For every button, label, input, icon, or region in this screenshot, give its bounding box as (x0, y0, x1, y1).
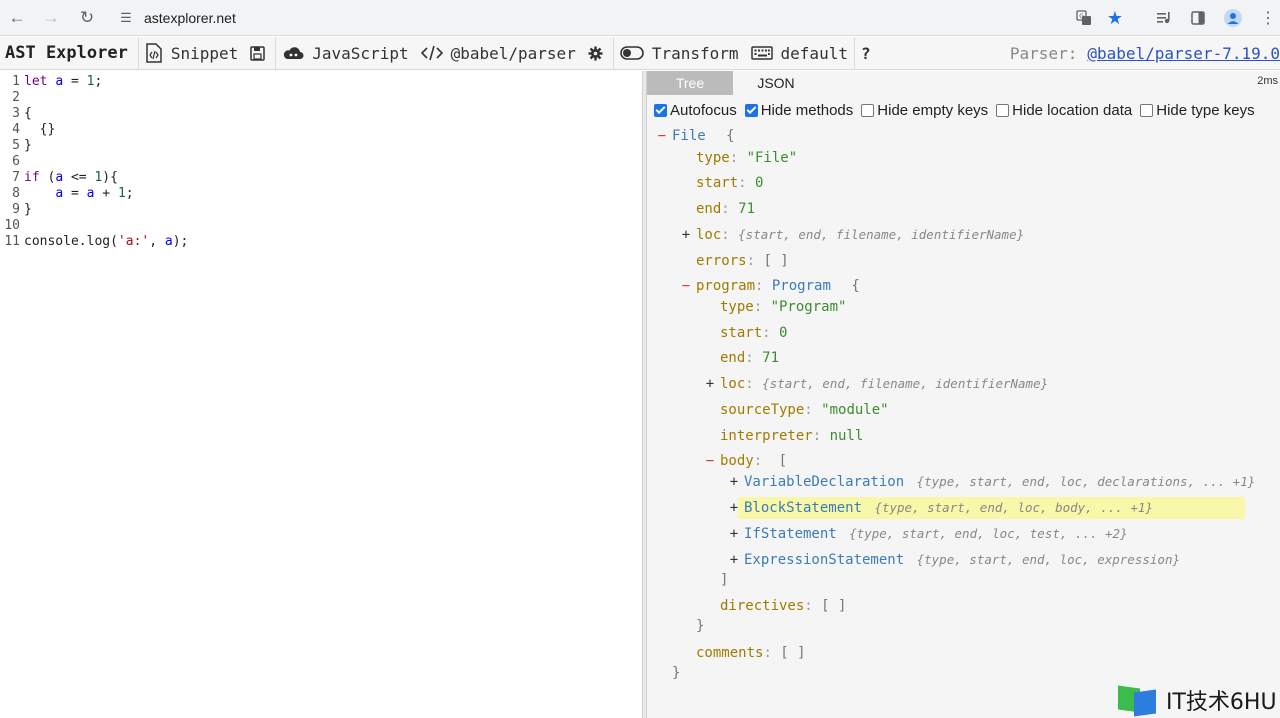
more-menu-icon[interactable]: ⋮ (1254, 4, 1280, 32)
svg-text:G: G (1079, 13, 1084, 20)
cloud-icon (282, 45, 304, 61)
line-number: 1 (12, 74, 20, 89)
parser-select[interactable]: @babel/parser (415, 37, 582, 69)
side-panel-icon[interactable] (1184, 4, 1212, 32)
hide-methods-checkbox[interactable] (744, 103, 758, 117)
keymap-label: default (780, 43, 848, 63)
line-number: 2 (12, 90, 20, 105)
app-brand: AST Explorer (0, 37, 139, 69)
hide-empty-keys-checkbox[interactable] (861, 103, 875, 117)
parse-timing: 2ms (1257, 75, 1278, 87)
language-select[interactable]: JavaScript (276, 37, 414, 69)
output-tabs: Tree JSON 2ms (647, 71, 1280, 95)
forward-arrow-icon[interactable]: → (38, 5, 64, 31)
line-number: 9 (12, 202, 20, 217)
keyboard-icon (750, 46, 773, 60)
code-line: 10 (0, 218, 642, 234)
snippet-label: Snippet (170, 43, 239, 63)
option-label: Autofocus (670, 101, 737, 119)
profile-avatar-icon[interactable] (1219, 4, 1247, 32)
option-label: Hide empty keys (877, 101, 989, 119)
tree-options: Autofocus Hide methods Hide empty keys H… (654, 100, 1263, 120)
parser-version-link[interactable]: @babel/parser-7.19.0 (1087, 44, 1280, 63)
tab-json[interactable]: JSON (733, 71, 819, 95)
option-label: Hide methods (760, 101, 854, 119)
help-icon: ? (860, 43, 871, 63)
watermark-text: IT技术6HU (1166, 690, 1277, 715)
toggle-off-icon (620, 45, 644, 61)
transform-label: Transform (651, 43, 739, 63)
code-line: 1 let a = 1; (0, 74, 642, 90)
line-number: 3 (12, 106, 20, 121)
help-button[interactable]: ? (855, 37, 877, 69)
code-text: { (24, 106, 32, 121)
parser-label: @babel/parser (450, 43, 576, 63)
parser-info: Parser: @babel/parser-7.19.0 (1010, 37, 1280, 69)
floppy-disk-icon (250, 45, 266, 61)
line-number: 8 (12, 186, 20, 201)
watermark-logo-icon (1118, 685, 1158, 717)
code-text: } (24, 202, 32, 217)
back-arrow-icon[interactable]: ← (4, 5, 30, 31)
reload-icon[interactable]: ↻ (74, 5, 100, 31)
code-editor[interactable]: 1 let a = 1; 2 3{ 4 {} 5} 6 7 if (a <= 1){… (0, 71, 642, 718)
option-hide-location-data[interactable]: Hide location data (996, 102, 1132, 119)
gear-icon (588, 46, 603, 61)
browser-chrome: ← → ↻ ☰ astexplorer.net G ★ ⋮ (0, 0, 1280, 36)
option-label: Hide type keys (1156, 101, 1255, 119)
line-number: 6 (12, 154, 20, 169)
code-line: 4 {} (0, 122, 642, 138)
option-autofocus[interactable]: Autofocus (654, 102, 737, 119)
snippet-menu[interactable]: Snippet (139, 37, 244, 69)
code-brackets-icon (420, 45, 443, 61)
language-label: JavaScript (312, 43, 409, 63)
output-panel: Tree JSON 2ms Autofocus Hide methods Hid… (647, 71, 1280, 718)
code-line: 3{ (0, 106, 642, 122)
address-bar[interactable]: ☰ astexplorer.net (112, 4, 1136, 32)
keymap-select[interactable]: default (745, 37, 854, 69)
code-line: 6 (0, 154, 642, 170)
code-line: 7 if (a <= 1){ (0, 170, 642, 186)
file-code-icon (145, 43, 163, 63)
line-number: 7 (12, 170, 20, 185)
option-hide-methods[interactable]: Hide methods (744, 101, 854, 119)
option-hide-empty-keys[interactable]: Hide empty keys (861, 102, 988, 119)
code-text: {} (24, 122, 56, 137)
code-line: 11 console.log('a:', a); (0, 234, 642, 250)
line-number: 4 (12, 122, 20, 137)
media-queue-icon[interactable] (1150, 4, 1178, 32)
line-number: 10 (4, 218, 20, 233)
transform-toggle[interactable]: Transform (614, 37, 745, 69)
autofocus-checkbox[interactable] (654, 103, 667, 117)
parser-settings-button[interactable] (582, 37, 613, 69)
option-label: Hide location data (1012, 101, 1133, 119)
code-line: 5} (0, 138, 642, 154)
hide-type-keys-checkbox[interactable] (1140, 103, 1154, 117)
code-text: } (24, 138, 32, 153)
bookmark-star-icon[interactable]: ★ (1101, 4, 1129, 32)
code-line: 9} (0, 202, 642, 218)
line-number: 5 (12, 138, 20, 153)
code-line: 2 (0, 90, 642, 106)
tab-tree[interactable]: Tree (647, 71, 733, 95)
hide-location-data-checkbox[interactable] (996, 103, 1010, 117)
watermark: IT技术6HU (1118, 684, 1277, 717)
hovered-node-highlight (738, 497, 1245, 519)
save-button[interactable] (244, 37, 275, 69)
parser-prefix: Parser: (1009, 43, 1078, 63)
code-line: 8 a = a + 1; (0, 186, 642, 202)
translate-icon[interactable]: G (1070, 4, 1098, 32)
site-settings-icon[interactable]: ☰ (112, 10, 140, 26)
line-number: 11 (4, 234, 20, 249)
app-toolbar: AST Explorer Snippet JavaScript @babel/p… (0, 37, 1280, 70)
url-text: astexplorer.net (144, 10, 236, 26)
option-hide-type-keys[interactable]: Hide type keys (1140, 101, 1255, 119)
